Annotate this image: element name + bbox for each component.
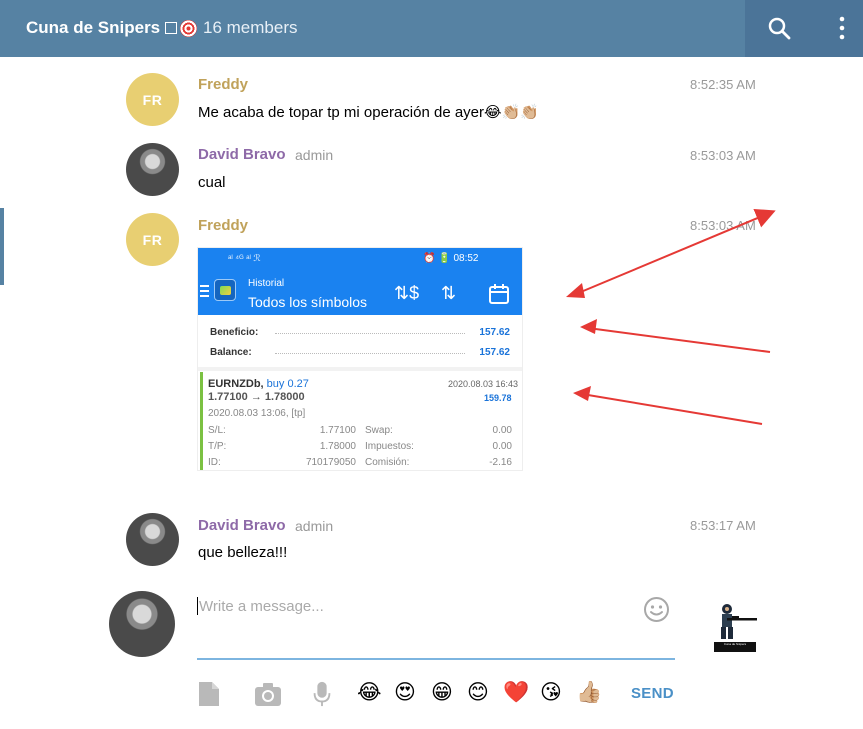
sender-name[interactable]: Freddy: [198, 76, 248, 93]
more-menu-icon[interactable]: [834, 15, 850, 41]
side-accent: [0, 208, 4, 285]
sender-name[interactable]: David Bravo: [198, 146, 286, 163]
square-icon: [165, 22, 178, 34]
message-text-body: Me acaba de topar tp mi operación de aye…: [198, 104, 485, 121]
hamburger-icon: [200, 285, 209, 297]
message-time: 8:52:35 AM: [690, 77, 756, 92]
id-value: 710179050: [305, 457, 356, 468]
currency-swap-icon: ⇅$: [394, 283, 420, 303]
deal-side: buy 0.27: [266, 378, 309, 390]
attach-file-icon[interactable]: [197, 681, 221, 707]
message-time: 8:53:17 AM: [690, 518, 756, 533]
app-logo-icon: [214, 279, 236, 301]
avatar-freddy[interactable]: FR: [126, 213, 179, 266]
arrow-2: [587, 327, 771, 353]
sl-label: S/L:: [208, 425, 226, 436]
beneficio-row: Beneficio: 157.62: [210, 327, 510, 338]
price-range: 1.77100 → 1.78000: [208, 391, 305, 403]
message-text: cual: [198, 174, 226, 191]
deal-symbol: EURNZDb, buy 0.27: [208, 378, 309, 390]
quick-emoji-kiss[interactable]: 😘: [540, 681, 562, 705]
chat-header: Cuna de Snipers 16 members: [0, 0, 863, 57]
quick-emoji-joy[interactable]: 😂: [357, 681, 382, 705]
symbol-name: EURNZDb,: [208, 378, 264, 390]
deal-marker: [200, 372, 203, 470]
chat-title-text: Cuna de Snipers: [26, 18, 161, 37]
tp-value: 1.78000: [319, 441, 356, 452]
search-icon[interactable]: [767, 16, 791, 40]
target-icon: [180, 19, 198, 37]
app-toolbar: ᵃˡ ⁴ᴳ ᵃˡ ℛ ⏰ 🔋 08:52 Historial Todos los…: [198, 248, 522, 315]
commission-label: Comisión:: [365, 457, 410, 468]
dotted-leader: [275, 333, 465, 334]
message-time: 8:53:03 AM: [690, 148, 756, 163]
balance-label: Balance:: [210, 347, 252, 358]
quick-emoji-grin[interactable]: 😁: [431, 681, 453, 705]
my-avatar[interactable]: [109, 591, 175, 657]
calendar-icon: [489, 284, 509, 304]
sort-icon: ⇅: [441, 283, 457, 303]
telegram-chat-window: Cuna de Snipers 16 members FR Freddy 8:5…: [0, 0, 863, 729]
balance-value: 157.62: [479, 347, 510, 358]
balance-row: Balance: 157.62: [210, 347, 510, 358]
sender-name[interactable]: Freddy: [198, 217, 248, 234]
message-text: que belleza!!!: [198, 544, 288, 561]
arrowhead-3: [573, 386, 591, 401]
section-label: Historial: [248, 278, 285, 289]
quick-emoji-heart[interactable]: ❤️: [503, 681, 529, 705]
arrowhead-2: [580, 319, 597, 334]
avatar-freddy[interactable]: FR: [126, 73, 179, 126]
send-button[interactable]: SEND: [631, 685, 674, 702]
camera-icon[interactable]: [254, 681, 282, 707]
message-text: Me acaba de topar tp mi operación de aye…: [198, 103, 539, 121]
quick-emoji-heart-eyes[interactable]: 😍: [394, 681, 416, 705]
member-count[interactable]: 16 members: [203, 18, 297, 38]
signal-indicators: ᵃˡ ⁴ᴳ ᵃˡ ℛ: [228, 253, 261, 263]
admin-badge: admin: [295, 518, 334, 534]
divider: [198, 367, 522, 371]
sniper-sticker[interactable]: Cuna de Snipers: [713, 603, 759, 655]
avatar-david-bravo[interactable]: [126, 513, 179, 566]
admin-badge: admin: [295, 147, 334, 163]
chat-title[interactable]: Cuna de Snipers: [26, 18, 198, 38]
microphone-icon[interactable]: [312, 681, 332, 707]
message-emojis: 😂👏🏼👏🏼: [484, 104, 539, 121]
taxes-label: Impuestos:: [365, 441, 414, 452]
arrowhead-1: [566, 283, 585, 298]
commission-value: -2.16: [489, 457, 512, 468]
beneficio-label: Beneficio:: [210, 327, 259, 338]
message-input[interactable]: [199, 594, 629, 618]
text-caret: [197, 597, 198, 615]
arrow-3: [581, 393, 763, 425]
section-subtitle: Todos los símbolos: [248, 294, 368, 310]
sender-name[interactable]: David Bravo: [198, 517, 286, 534]
sl-value: 1.77100: [319, 425, 356, 436]
taxes-value: 0.00: [492, 441, 512, 452]
sniper-figure-icon: [721, 604, 757, 639]
status-clock: ⏰ 🔋 08:52: [423, 253, 479, 264]
sticker-caption: Cuna de Snipers: [714, 642, 756, 652]
avatar-david-bravo[interactable]: [126, 143, 179, 196]
phone-status-bar: ᵃˡ ⁴ᴳ ᵃˡ ℛ ⏰ 🔋 08:52: [198, 252, 522, 266]
message-time: 8:53:03 AM: [690, 218, 756, 233]
close-date: 2020.08.03 16:43: [448, 379, 519, 389]
dotted-leader: [275, 353, 465, 354]
shared-screenshot-image[interactable]: ᵃˡ ⁴ᴳ ᵃˡ ℛ ⏰ 🔋 08:52 Historial Todos los…: [197, 247, 523, 471]
beneficio-value: 157.62: [479, 327, 510, 338]
quick-emoji-thumbs-up[interactable]: 👍🏼: [576, 681, 602, 705]
swap-value: 0.00: [492, 425, 512, 436]
deal-profit: 159.78: [484, 393, 512, 403]
id-label: ID:: [208, 457, 221, 468]
quick-emoji-blush[interactable]: 😊: [467, 681, 489, 705]
open-date: 2020.08.03 13:06, [tp]: [208, 408, 306, 419]
swap-label: Swap:: [365, 425, 393, 436]
input-underline: [197, 658, 675, 660]
tp-label: T/P:: [208, 441, 227, 452]
emoji-picker-icon[interactable]: [643, 596, 670, 623]
